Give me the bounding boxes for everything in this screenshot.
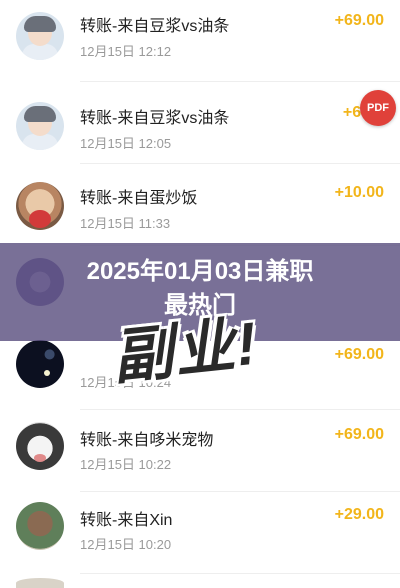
transaction-date: 12月15日 10:20 [80, 537, 172, 552]
transaction-amount: +10.00 [334, 184, 384, 201]
husky-avatar [16, 422, 64, 470]
transaction-title: 转账-来自蛋炒饭 [80, 190, 198, 207]
transaction-amount: +69.00 [334, 12, 384, 29]
transaction-date: 12月15日 12:12 [80, 44, 172, 59]
transaction-date: 12月15日 10:22 [80, 457, 172, 472]
banner-subtitle: 最热门 [164, 292, 236, 319]
transaction-date: 12月15日 12:05 [80, 136, 172, 151]
pdf-badge-button[interactable]: PDF [360, 90, 396, 126]
landscape-avatar [16, 502, 64, 550]
transaction-row[interactable]: 转账-来自豆浆vs油条 12月15日 12:12 +69.00 [0, 0, 400, 82]
night-sky-avatar [16, 340, 64, 388]
transaction-title: 转账-来自Xin [80, 512, 173, 529]
transaction-amount: +29.00 [334, 506, 384, 523]
partial-row [16, 578, 64, 588]
person-avatar [16, 12, 64, 60]
transaction-row[interactable]: 转账-来自哆米宠物 12月15日 10:22 +69.00 [0, 410, 400, 492]
transaction-row[interactable]: 转账-来自豆浆vs油条 12月15日 12:05 +69 [0, 82, 400, 164]
transaction-row[interactable]: 转账-来自Xin 12月15日 10:20 +29.00 [0, 492, 400, 574]
banner-title: 2025年01月03日兼职 [86, 258, 314, 285]
transaction-title: 转账-来自哆米宠物 [80, 432, 214, 449]
person-avatar [16, 102, 64, 150]
transaction-amount: +69.00 [334, 346, 384, 363]
transaction-title: 转账-来自豆浆vs油条 [80, 110, 230, 127]
row-divider [80, 573, 400, 574]
transaction-amount: +69.00 [334, 426, 384, 443]
transaction-title: 转账-来自豆浆vs油条 [80, 18, 230, 35]
transaction-row[interactable]: 转账-来自蛋炒饭 12月15日 11:33 +10.00 [0, 164, 400, 246]
transaction-date: 12月15日 10:24 [80, 375, 172, 390]
transaction-date: 12月15日 11:33 [80, 216, 171, 231]
dog-avatar [16, 182, 64, 230]
